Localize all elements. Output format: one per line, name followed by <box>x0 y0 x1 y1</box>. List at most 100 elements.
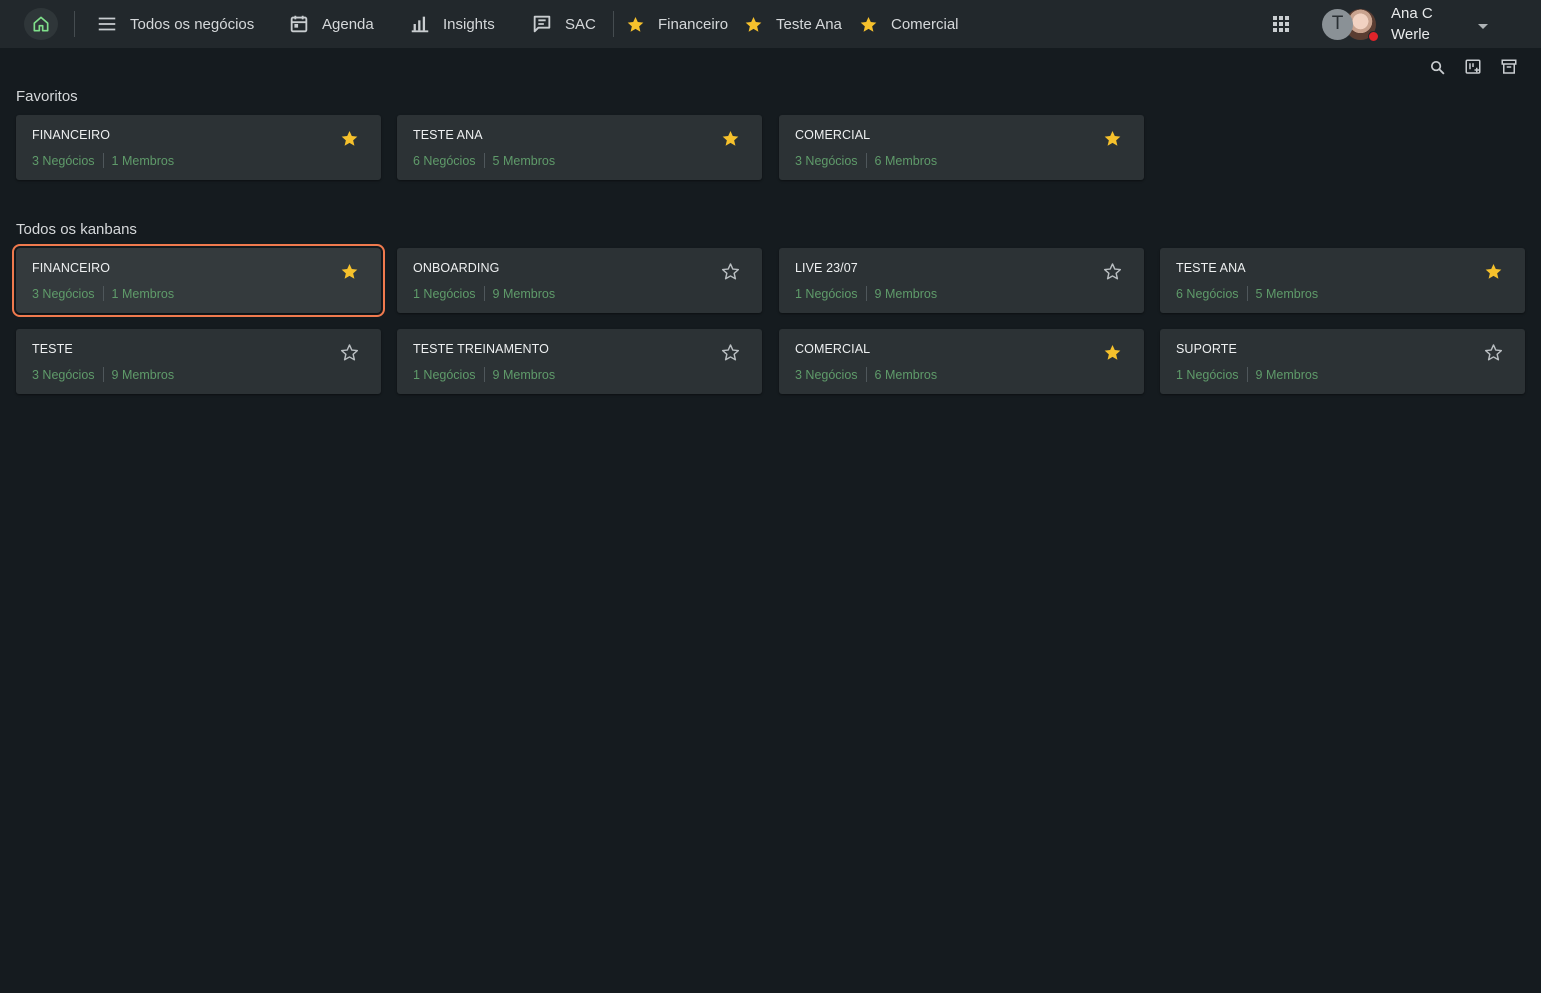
divider <box>74 11 75 37</box>
membros-count: 9 Membros <box>492 367 556 382</box>
kanban-card-title: TESTE <box>32 342 73 356</box>
bar-chart-icon <box>409 13 431 35</box>
negocios-count: 6 Negócios <box>1176 286 1239 301</box>
star-outline-icon <box>721 262 739 279</box>
favorite-toggle[interactable] <box>1483 261 1503 281</box>
apps-grid-button[interactable] <box>1269 12 1293 36</box>
nav-label: Todos os negócios <box>130 15 255 33</box>
star-filled-icon <box>1485 263 1501 279</box>
kanban-card[interactable]: SUPORTE 1 Negócios 9 Membros <box>1160 329 1525 394</box>
star-filled-icon <box>722 130 738 146</box>
kanban-card-title: COMERCIAL <box>795 342 871 356</box>
kanban-card[interactable]: FINANCEIRO 3 Negócios 1 Membros <box>12 244 385 317</box>
kanban-card[interactable]: LIVE 23/07 1 Negócios 9 Membros <box>779 248 1144 313</box>
kanban-card[interactable]: FINANCEIRO 3 Negócios 1 Membros <box>16 115 381 180</box>
favorite-toggle[interactable] <box>1102 261 1122 281</box>
nav-label: Insights <box>443 15 495 33</box>
divider <box>483 367 485 382</box>
kanban-card[interactable]: TESTE ANA 6 Negócios 5 Membros <box>397 115 762 180</box>
favorite-toggle[interactable] <box>1102 128 1122 148</box>
divider <box>613 11 614 37</box>
membros-count: 9 Membros <box>874 286 938 301</box>
avatar-letter: T <box>1322 8 1353 40</box>
divider <box>1246 286 1248 301</box>
user-name: Ana C Werle <box>1391 3 1451 45</box>
user-menu[interactable]: T Ana C Werle <box>1322 3 1451 45</box>
negocios-count: 3 Negócios <box>795 153 858 168</box>
negocios-count: 3 Negócios <box>32 367 95 382</box>
nav-agenda[interactable]: Agenda <box>288 0 374 48</box>
nav-label: Agenda <box>322 15 374 33</box>
membros-count: 6 Membros <box>874 367 938 382</box>
kanban-card[interactable]: TESTE 3 Negócios 9 Membros <box>16 329 381 394</box>
kanban-card-meta: 1 Negócios 9 Membros <box>413 367 555 382</box>
kanban-card-title: TESTE ANA <box>413 128 483 142</box>
negocios-count: 3 Negócios <box>32 286 95 301</box>
search-button[interactable] <box>1426 56 1448 78</box>
user-name-line1: Ana C <box>1391 5 1433 22</box>
fav-nav-label: Teste Ana <box>776 15 842 33</box>
kanban-card[interactable]: COMERCIAL 3 Negócios 6 Membros <box>779 115 1144 180</box>
negocios-count: 1 Negócios <box>413 286 476 301</box>
kanban-card[interactable]: TESTE TREINAMENTO 1 Negócios 9 Membros <box>397 329 762 394</box>
divider <box>102 153 104 168</box>
kanban-card-title: FINANCEIRO <box>32 128 111 142</box>
kanban-card-meta: 3 Negócios 1 Membros <box>32 286 174 301</box>
kanban-card-meta: 6 Negócios 5 Membros <box>413 153 555 168</box>
divider <box>102 286 104 301</box>
fav-nav-teste-ana[interactable]: Teste Ana <box>742 0 842 48</box>
nav-sac[interactable]: SAC <box>531 0 596 48</box>
archive-button[interactable] <box>1498 56 1520 78</box>
kanban-card[interactable]: ONBOARDING 1 Negócios 9 Membros <box>397 248 762 313</box>
fav-nav-financeiro[interactable]: Financeiro <box>624 0 728 48</box>
divider <box>865 367 867 382</box>
star-filled-icon <box>1104 130 1120 146</box>
favorite-toggle[interactable] <box>720 342 740 362</box>
caret-down-icon[interactable] <box>1477 19 1489 37</box>
star-icon <box>742 13 764 35</box>
status-indicator <box>1368 30 1379 42</box>
star-outline-icon <box>1484 343 1502 360</box>
divider <box>483 286 485 301</box>
kanban-card-meta: 6 Negócios 5 Membros <box>1176 286 1318 301</box>
home-icon <box>33 16 49 32</box>
favorite-toggle[interactable] <box>1102 342 1122 362</box>
calendar-icon <box>288 13 310 35</box>
divider <box>865 153 867 168</box>
search-icon <box>1430 60 1445 75</box>
kanban-card-meta: 1 Negócios 9 Membros <box>413 286 555 301</box>
favorite-toggle[interactable] <box>720 128 740 148</box>
apps-grid-icon <box>1273 16 1289 32</box>
fav-nav-comercial[interactable]: Comercial <box>857 0 959 48</box>
kanban-card-title: ONBOARDING <box>413 261 500 275</box>
star-filled-icon <box>341 263 357 279</box>
kanban-card-meta: 3 Negócios 1 Membros <box>32 153 174 168</box>
divider <box>1246 367 1248 382</box>
negocios-count: 6 Negócios <box>413 153 476 168</box>
favorite-toggle[interactable] <box>339 261 359 281</box>
kanban-card[interactable]: TESTE ANA 6 Negócios 5 Membros <box>1160 248 1525 313</box>
favorite-toggle[interactable] <box>339 342 359 362</box>
star-outline-icon <box>1103 262 1121 279</box>
membros-count: 6 Membros <box>874 153 938 168</box>
kanban-card-title: TESTE TREINAMENTO <box>413 342 549 356</box>
favorite-toggle[interactable] <box>720 261 740 281</box>
kanban-card-title: COMERCIAL <box>795 128 871 142</box>
archive-icon <box>1501 59 1517 74</box>
kanban-card-title: LIVE 23/07 <box>795 261 858 275</box>
membros-count: 1 Membros <box>111 286 175 301</box>
star-icon <box>857 13 879 35</box>
kanban-card-meta: 3 Negócios 6 Membros <box>795 367 937 382</box>
nav-todos-negocios[interactable]: Todos os negócios <box>96 0 254 48</box>
favorite-toggle[interactable] <box>339 128 359 148</box>
star-filled-icon <box>341 130 357 146</box>
add-kanban-button[interactable] <box>1462 56 1484 78</box>
favorite-toggle[interactable] <box>1483 342 1503 362</box>
section-title-favoritos: Favoritos <box>16 88 78 105</box>
kanban-card-meta: 1 Negócios 9 Membros <box>1176 367 1318 382</box>
home-button[interactable] <box>24 8 58 40</box>
nav-insights[interactable]: Insights <box>409 0 495 48</box>
kanban-card[interactable]: COMERCIAL 3 Negócios 6 Membros <box>779 329 1144 394</box>
negocios-count: 3 Negócios <box>795 367 858 382</box>
kanban-card-title: TESTE ANA <box>1176 261 1246 275</box>
